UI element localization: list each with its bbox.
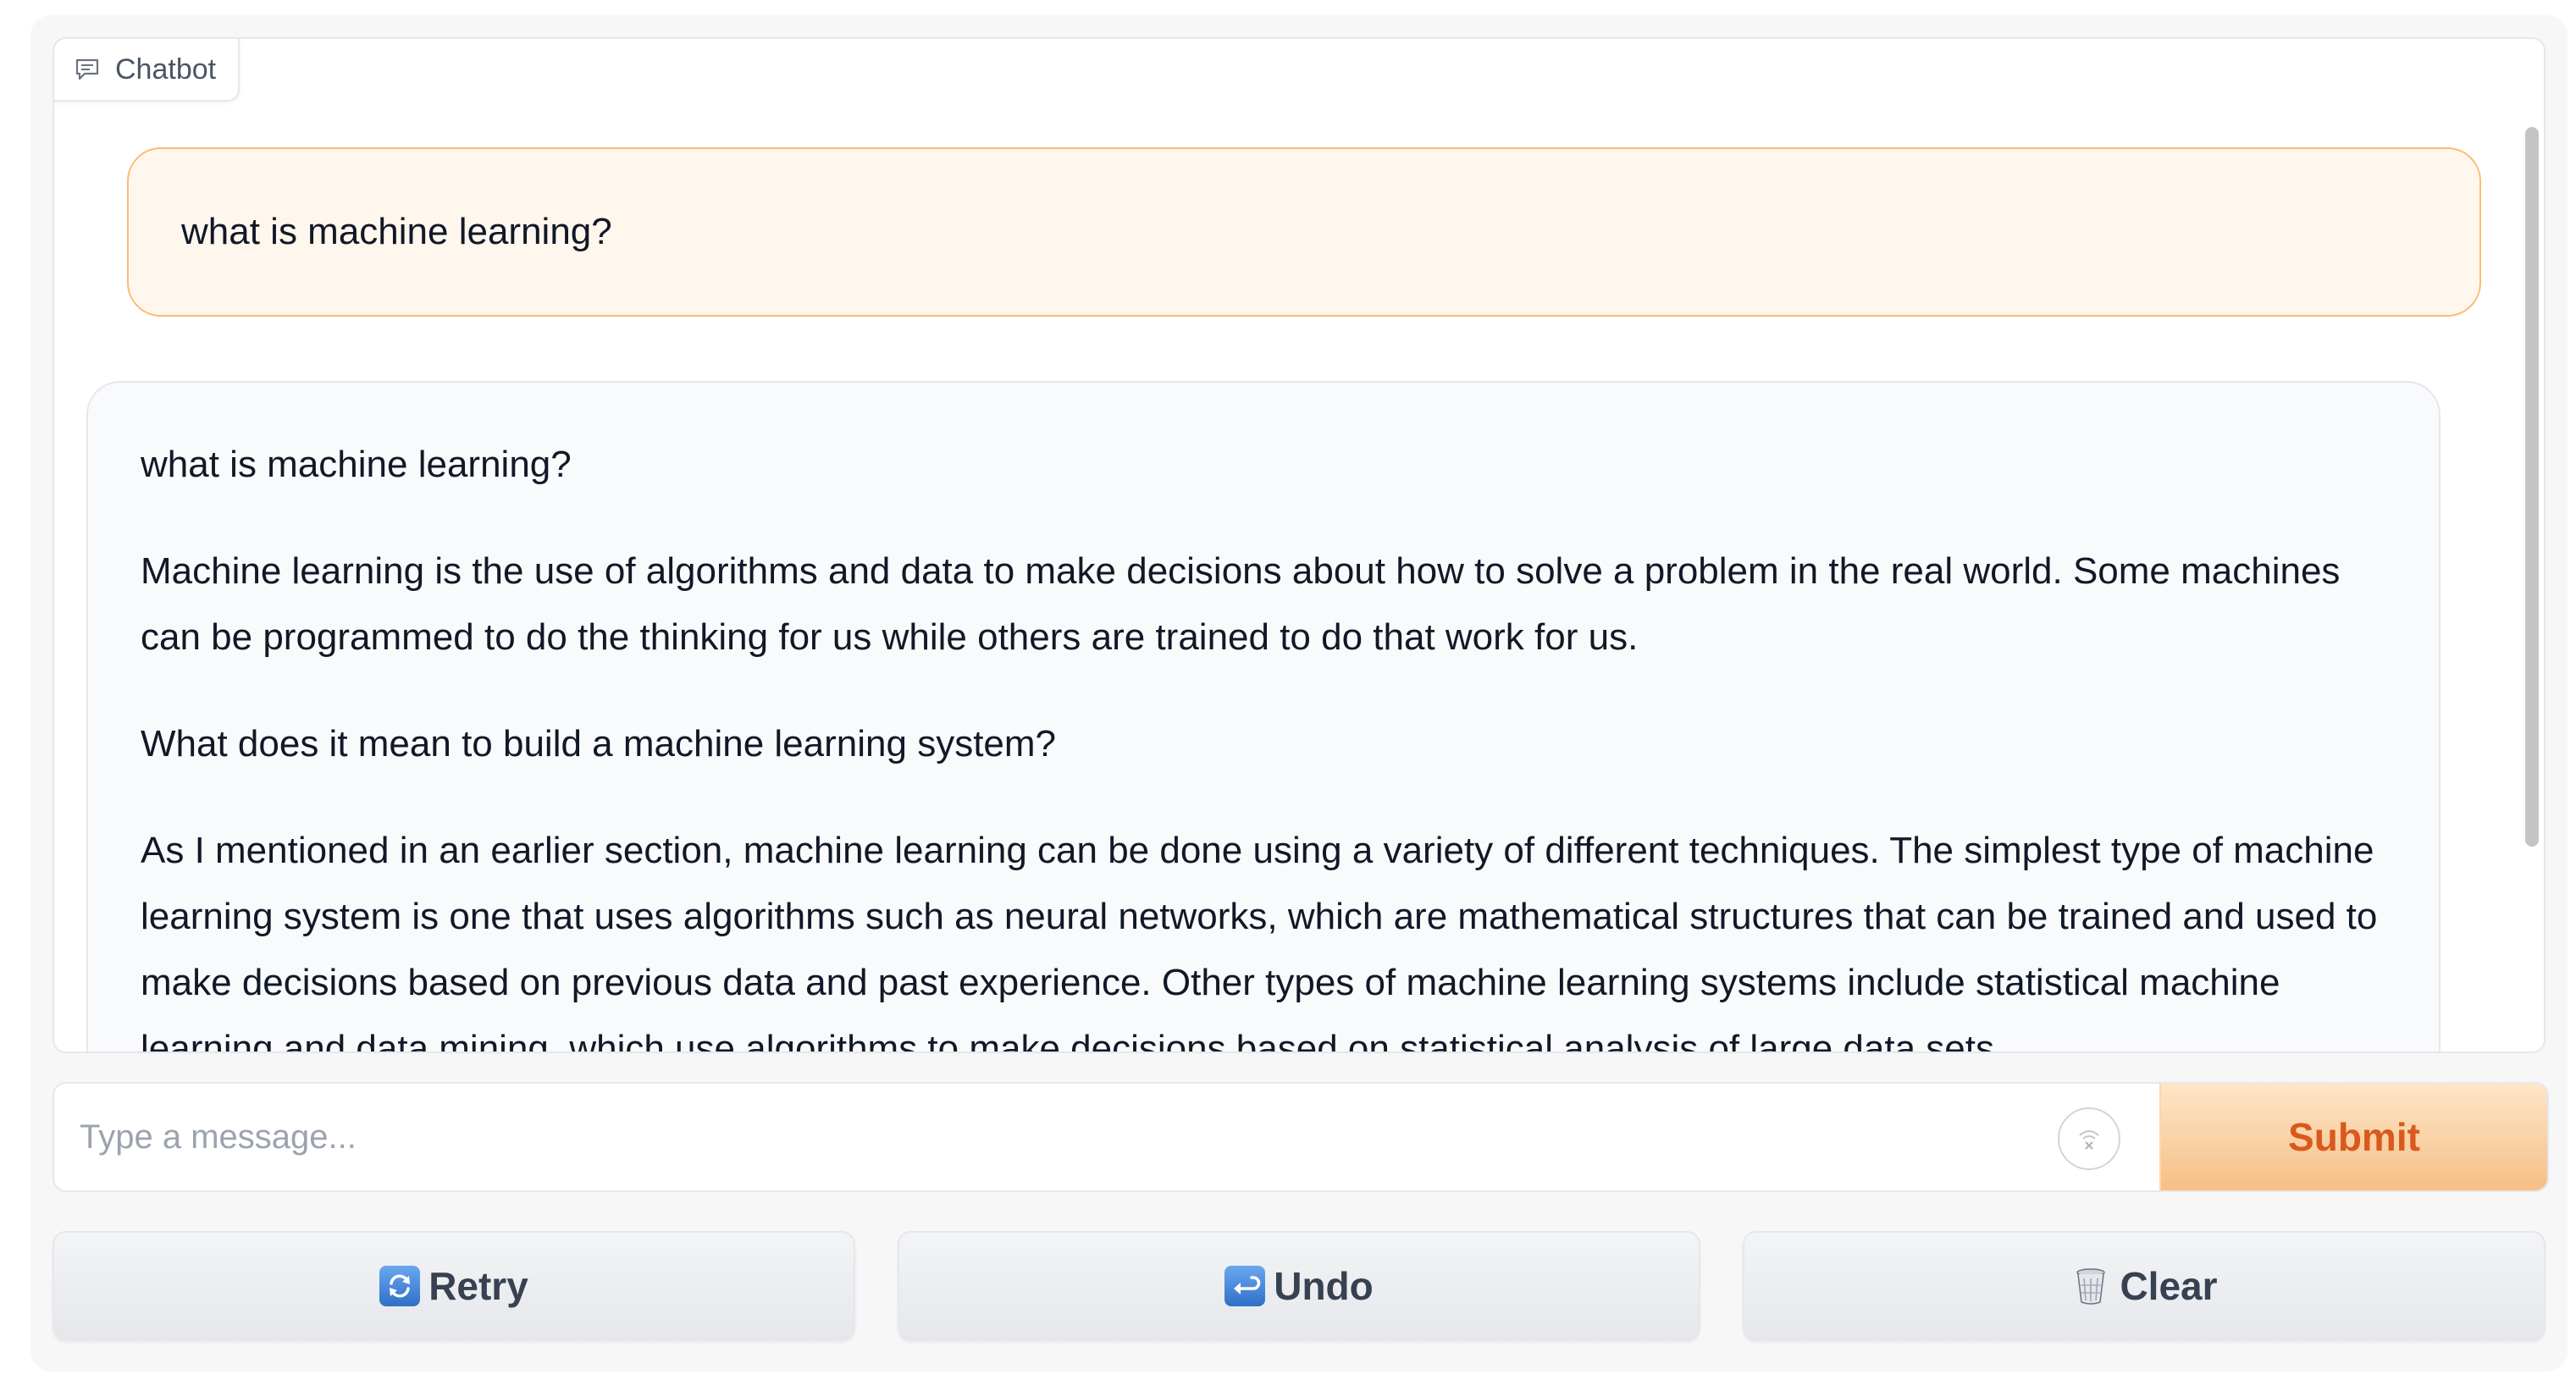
bot-message-paragraph: What does it mean to build a machine lea… <box>141 723 1057 765</box>
message-list[interactable]: what is machine learning? what is machin… <box>54 39 2544 1052</box>
wastebasket-icon <box>2070 1266 2111 1306</box>
undo-arrow-icon <box>1224 1266 1266 1306</box>
user-message-text: what is machine learning? <box>181 211 612 252</box>
message-input[interactable] <box>54 1084 2159 1190</box>
retry-button-label: Retry <box>428 1264 528 1308</box>
bot-message-paragraph: As I mentioned in an earlier section, ma… <box>141 830 2378 1052</box>
bot-message: what is machine learning? Machine learni… <box>86 381 2441 1052</box>
bot-message-paragraph: what is machine learning? <box>141 444 572 485</box>
chat-bubble-icon <box>75 58 100 81</box>
bot-message-paragraph: Machine learning is the use of algorithm… <box>141 550 2341 658</box>
submit-button[interactable]: Submit <box>2159 1084 2547 1190</box>
clear-circle-icon[interactable] <box>2058 1107 2120 1170</box>
clear-button-label: Clear <box>2120 1264 2218 1308</box>
chatbot-label: Chatbot <box>54 39 240 102</box>
user-message: what is machine learning? <box>127 147 2481 317</box>
undo-button-label: Undo <box>1274 1264 1374 1308</box>
chatbot-panel: Chatbot what is machine learning? what i… <box>53 37 2546 1053</box>
clear-button[interactable]: Clear <box>1743 1231 2546 1341</box>
message-textbox <box>54 1084 2159 1190</box>
chat-scrollbar[interactable] <box>2525 127 2539 847</box>
message-input-row: Submit <box>53 1082 2549 1192</box>
app-container: Chatbot what is machine learning? what i… <box>30 15 2568 1372</box>
retry-button[interactable]: Retry <box>53 1231 855 1341</box>
retry-arrows-icon <box>379 1266 421 1306</box>
action-button-row: Retry Undo Clear <box>53 1231 2546 1341</box>
undo-button[interactable]: Undo <box>898 1231 1700 1341</box>
chatbot-label-text: Chatbot <box>115 52 217 86</box>
